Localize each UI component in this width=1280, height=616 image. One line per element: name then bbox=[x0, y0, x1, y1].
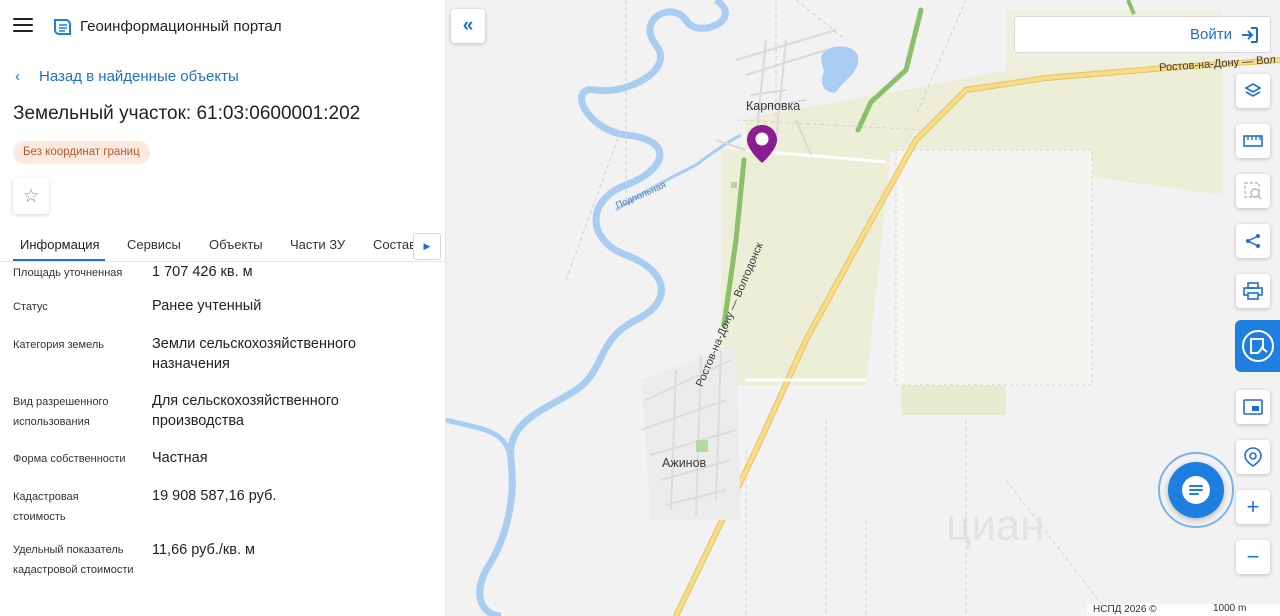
ruler-icon bbox=[1243, 135, 1263, 147]
chevron-left-icon: ‹ bbox=[15, 68, 20, 85]
attr-value-status: Ранее учтенный bbox=[152, 298, 262, 314]
print-icon bbox=[1243, 282, 1263, 300]
tab-objects[interactable]: Объекты bbox=[209, 237, 263, 252]
attr-label-ownership: Форма собственности bbox=[13, 453, 126, 465]
hamburger-icon[interactable] bbox=[13, 18, 33, 34]
login-button[interactable]: Войти bbox=[1190, 26, 1232, 43]
attr-value-area: 1 707 426 кв. м bbox=[152, 264, 253, 280]
attr-label-specific-cost: Удельный показатель кадастровой стоимост… bbox=[13, 544, 134, 576]
map-mode-icon bbox=[1241, 330, 1274, 362]
tabs-next-button[interactable]: ▶ bbox=[413, 233, 441, 260]
tab-parts[interactable]: Части ЗУ bbox=[290, 237, 345, 252]
attr-value-permitted-use: Для сельскохозяйственного производства bbox=[152, 393, 339, 429]
favorite-button[interactable]: ☆ bbox=[13, 178, 49, 214]
map-scale: НСПД 2026 © 1000 m bbox=[1087, 603, 1280, 616]
select-area-icon bbox=[1244, 182, 1262, 200]
attr-value-cadastral-cost: 19 908 587,16 руб. bbox=[152, 488, 277, 504]
double-chevron-left-icon: « bbox=[462, 15, 474, 36]
tab-bar: Информация Сервисы Объекты Части ЗУ Сост… bbox=[0, 232, 445, 262]
map-mode-button[interactable] bbox=[1235, 320, 1280, 372]
print-button[interactable] bbox=[1236, 274, 1270, 308]
locate-button[interactable] bbox=[1236, 440, 1270, 474]
attr-label-permitted-use: Вид разрешенного использования bbox=[13, 396, 109, 428]
map-copyright: НСПД 2026 © bbox=[1093, 604, 1157, 615]
location-pin-icon[interactable] bbox=[746, 124, 778, 164]
chat-button[interactable] bbox=[1168, 462, 1224, 518]
park-area bbox=[696, 440, 708, 452]
app-title: Геоинформационный портал bbox=[80, 18, 282, 35]
page-title: Земельный участок: 61:03:0600001:202 bbox=[13, 103, 361, 124]
zoom-in-button[interactable]: + bbox=[1236, 490, 1270, 524]
map-label-azhinov: Ажинов bbox=[662, 456, 707, 470]
login-bar[interactable]: Войти bbox=[1014, 16, 1271, 53]
scale-distance: 1000 m bbox=[1213, 603, 1247, 614]
zoom-out-icon: − bbox=[1246, 544, 1260, 569]
attr-label-status: Статус bbox=[13, 301, 48, 313]
chat-icon bbox=[1182, 476, 1210, 504]
field-outline bbox=[895, 149, 1093, 386]
attr-value-ownership: Частная bbox=[152, 450, 208, 466]
back-link[interactable]: ‹ Назад в найденные объекты bbox=[15, 68, 239, 85]
attr-label-cadastral-cost: Кадастровая стоимость bbox=[13, 491, 79, 523]
share-icon bbox=[1246, 234, 1260, 248]
layers-icon bbox=[1244, 83, 1262, 97]
triangle-right-icon: ▶ bbox=[423, 241, 431, 251]
locate-icon bbox=[1244, 447, 1262, 467]
tab-composition[interactable]: Состав bbox=[373, 237, 415, 252]
status-badge: Без координат границ bbox=[13, 141, 150, 164]
tab-information[interactable]: Информация bbox=[20, 237, 100, 252]
share-button[interactable] bbox=[1236, 224, 1270, 258]
ruler-button[interactable] bbox=[1236, 124, 1270, 158]
zoom-in-icon: + bbox=[1246, 494, 1260, 519]
layers-button[interactable] bbox=[1236, 74, 1270, 108]
select-area-button[interactable] bbox=[1236, 174, 1270, 208]
minimap-button[interactable] bbox=[1236, 390, 1270, 424]
info-panel: Геоинформационный портал ‹ Назад в найден… bbox=[0, 0, 446, 616]
tab-services[interactable]: Сервисы bbox=[127, 237, 181, 252]
map-label-karpovka: Карповка bbox=[746, 99, 801, 113]
attr-label-category: Категория земель bbox=[13, 339, 104, 351]
portal-logo-icon bbox=[54, 19, 71, 35]
minimap-icon bbox=[1243, 399, 1263, 415]
attr-value-category: Земли сельскохозяйственного назначения bbox=[152, 336, 357, 372]
login-icon bbox=[1242, 27, 1258, 43]
map-graphics: циан bbox=[446, 0, 1280, 616]
park-area bbox=[731, 182, 737, 188]
active-tab-indicator bbox=[13, 259, 105, 261]
back-link-label: Назад в найденные объекты bbox=[39, 68, 239, 85]
attr-value-specific-cost: 11,66 руб./кв. м bbox=[152, 542, 255, 558]
map-canvas[interactable]: циан Карповка Ажинов Подпольная Ростов-н… bbox=[446, 0, 1280, 616]
collapse-panel-button[interactable]: « bbox=[451, 9, 485, 43]
watermark-logo: циан bbox=[946, 501, 1045, 550]
star-icon: ☆ bbox=[22, 185, 40, 207]
attr-label-area: Площадь уточненная bbox=[13, 267, 123, 279]
zoom-out-button[interactable]: − bbox=[1236, 540, 1270, 574]
